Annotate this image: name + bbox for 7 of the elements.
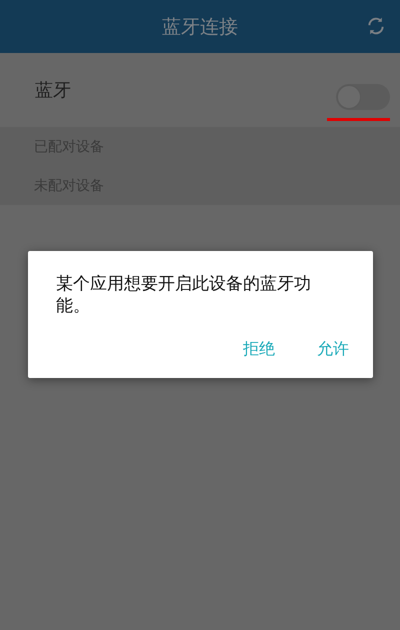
header-title: 蓝牙连接 <box>162 14 238 40</box>
dialog-message: 某个应用想要开启此设备的蓝牙功能。 <box>56 273 312 317</box>
dialog-button[interactable]: 允许 <box>307 335 359 364</box>
refresh-icon[interactable] <box>366 16 386 36</box>
dialog-button[interactable]: 拒绝 <box>233 335 285 364</box>
bluetooth-label: 蓝牙 <box>35 79 71 102</box>
underline-mark <box>327 118 390 120</box>
